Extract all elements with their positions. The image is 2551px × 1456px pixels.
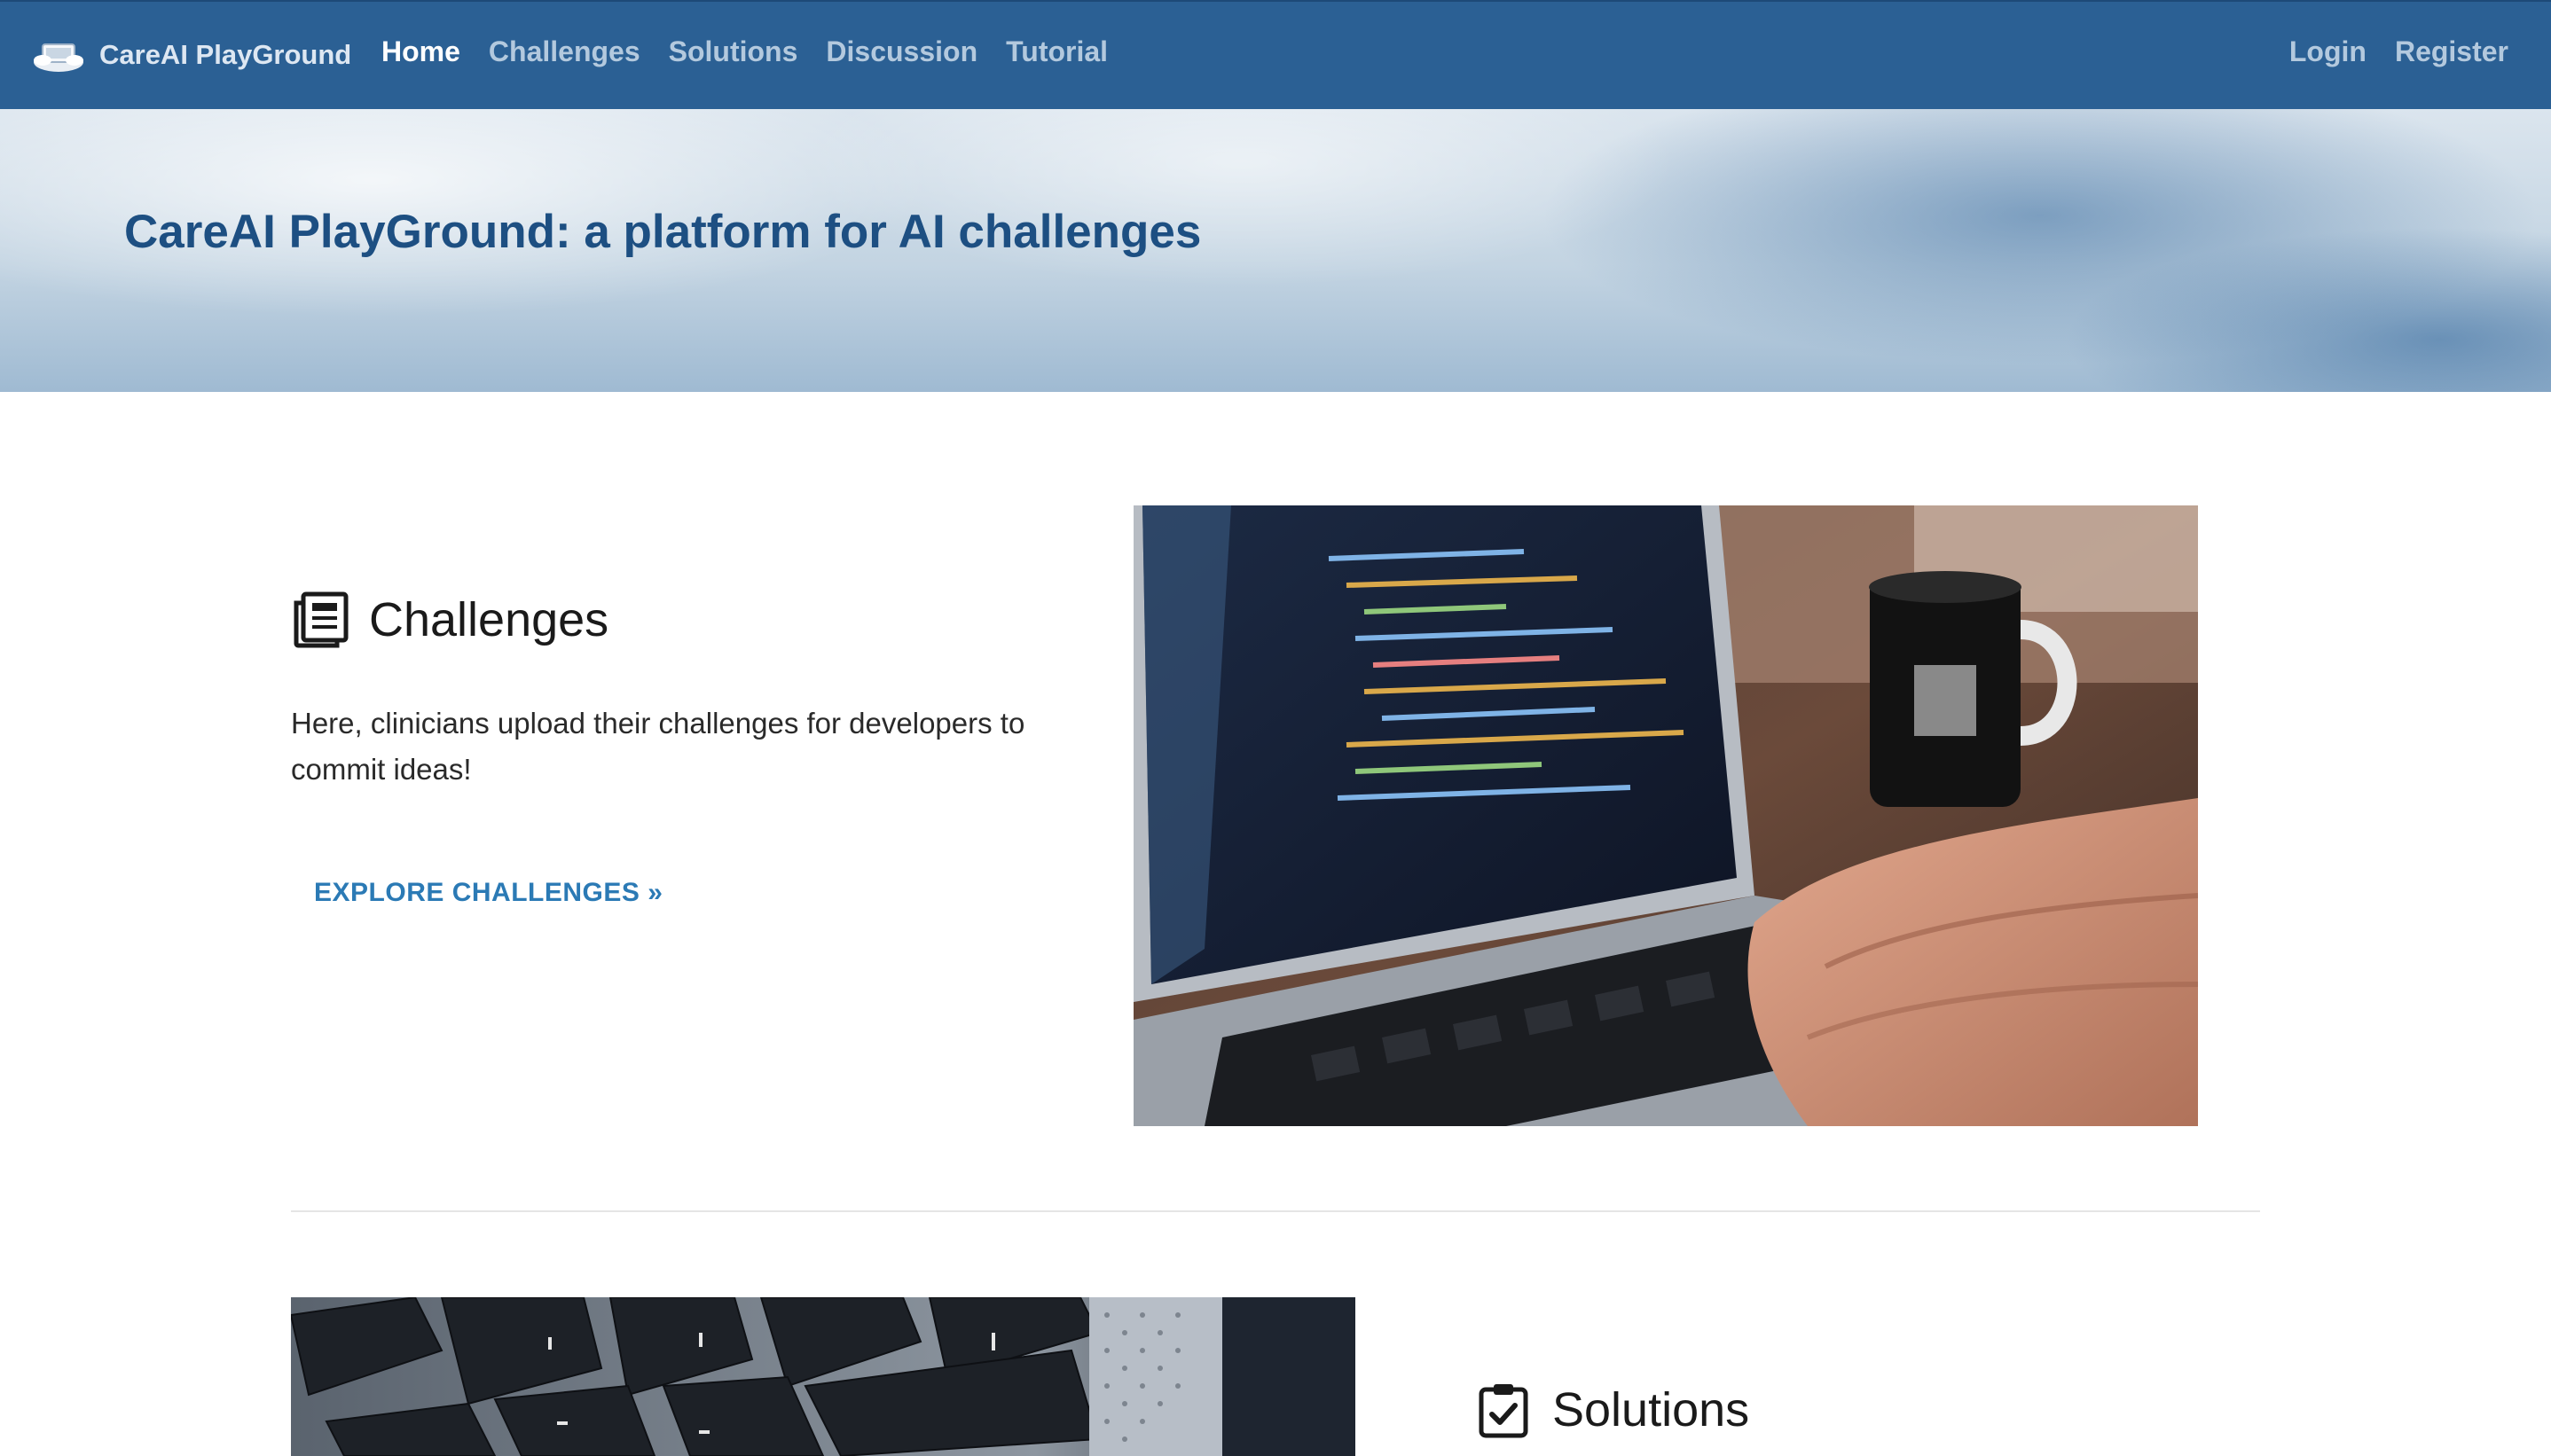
newspaper-icon	[294, 591, 349, 648]
section-divider	[291, 1210, 2260, 1212]
solutions-title: Solutions	[1552, 1383, 1750, 1436]
clipboard-check-icon	[1479, 1384, 1528, 1438]
brand-name: CareAI PlayGround	[99, 39, 352, 70]
brand-link[interactable]: CareAI PlayGround	[32, 28, 351, 82]
nav-solutions[interactable]: Solutions	[669, 35, 798, 68]
solutions-heading: Solutions	[1474, 1381, 1749, 1439]
nav-discussion[interactable]: Discussion	[826, 35, 977, 68]
nav-login[interactable]: Login	[2289, 35, 2367, 68]
nav-home[interactable]: Home	[381, 35, 460, 68]
hero-banner: CareAI PlayGround: a platform for AI cha…	[0, 109, 2551, 392]
account-nav: Login Register	[2289, 35, 2508, 68]
laptop-coding-photo	[1134, 505, 2198, 1126]
navbar: CareAI PlayGround Home Challenges Soluti…	[0, 0, 2551, 109]
explore-challenges-button[interactable]: EXPLORE CHALLENGES »	[314, 873, 663, 913]
nav-tutorial[interactable]: Tutorial	[1006, 35, 1108, 68]
keyboard-closeup-photo	[291, 1297, 1355, 1456]
challenges-description: Here, clinicians upload their challenges…	[291, 707, 1025, 786]
challenges-heading: Challenges	[291, 591, 608, 649]
challenges-title: Challenges	[369, 593, 609, 646]
nav-challenges[interactable]: Challenges	[489, 35, 640, 68]
brand-logo-icon	[34, 43, 83, 72]
nav-register[interactable]: Register	[2395, 35, 2508, 68]
main-nav: Home Challenges Solutions Discussion Tut…	[381, 35, 1108, 68]
hero-title: CareAI PlayGround: a platform for AI cha…	[124, 206, 1202, 258]
